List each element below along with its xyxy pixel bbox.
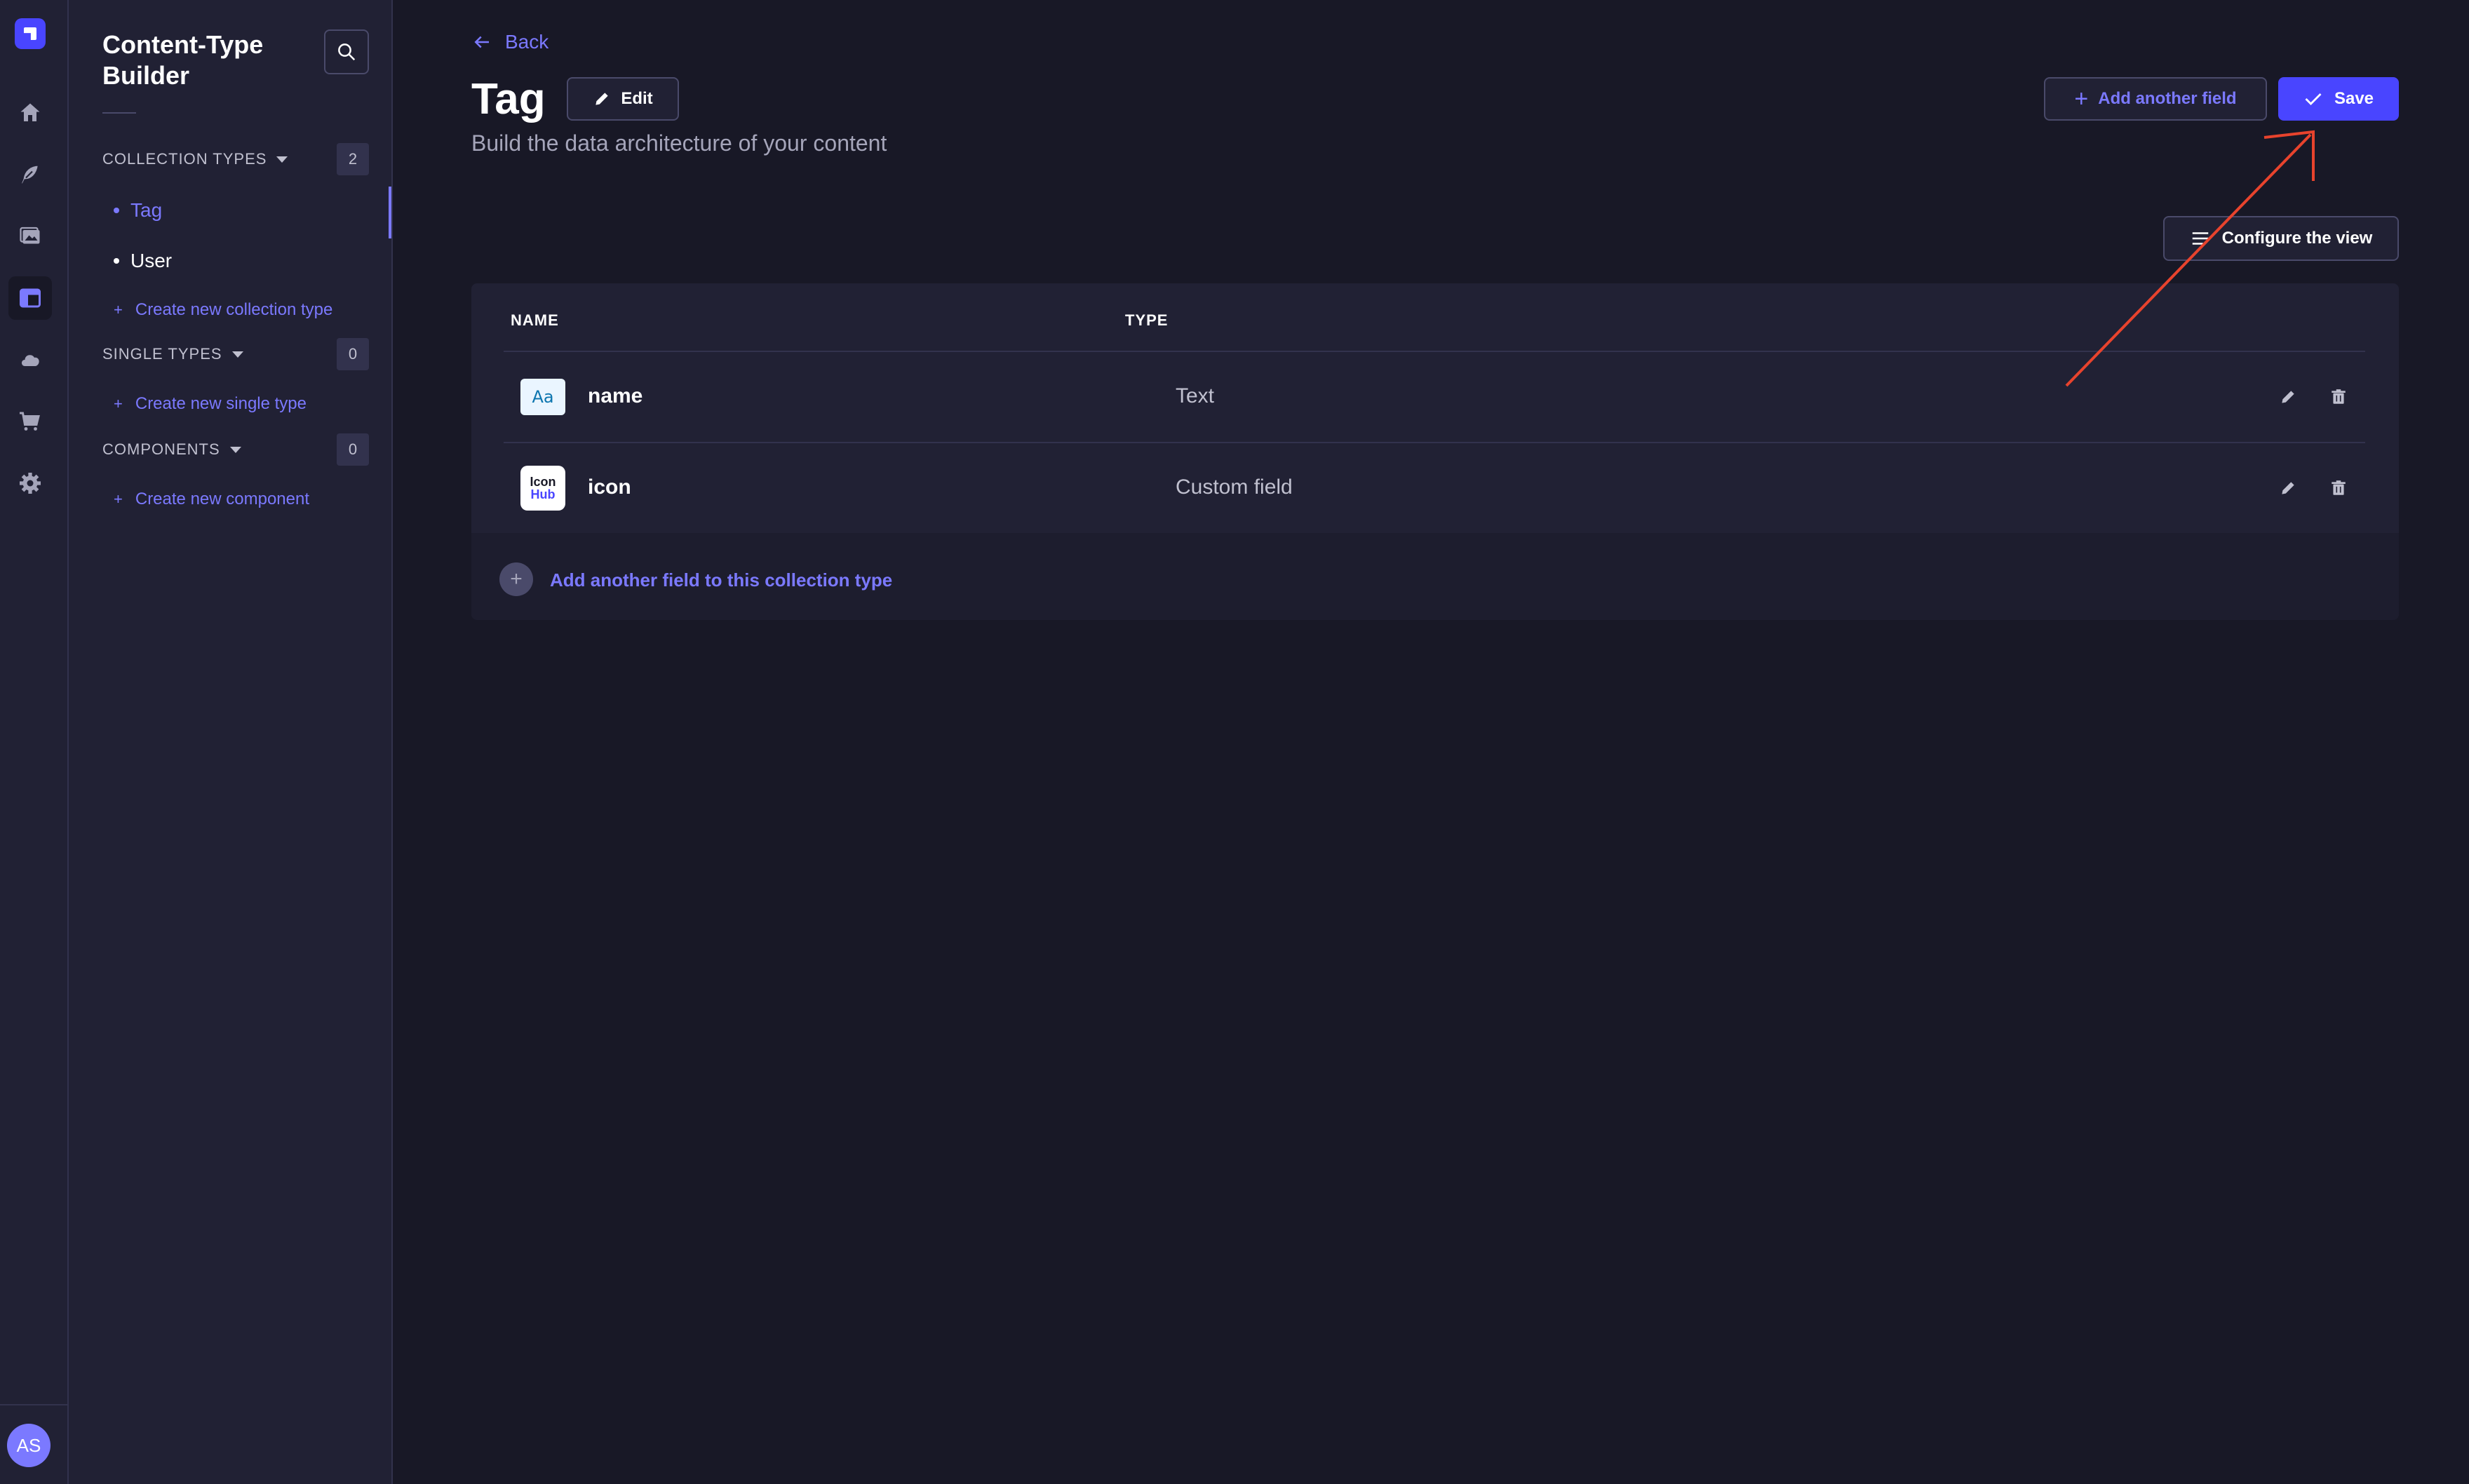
section-components[interactable]: COMPONENTS 0 <box>102 433 369 466</box>
nav-item-user[interactable]: User <box>114 250 172 272</box>
delete-field-button[interactable] <box>2325 474 2353 502</box>
feather-icon[interactable] <box>8 153 52 196</box>
caret-down-icon <box>231 351 243 358</box>
plus-circle-icon: + <box>499 562 533 596</box>
plus-icon: + <box>114 490 123 508</box>
pencil-icon <box>596 93 608 105</box>
edit-button[interactable]: Edit <box>567 77 679 121</box>
trash-icon <box>2332 389 2346 404</box>
add-field-footer[interactable]: + Add another field to this collection t… <box>471 533 2399 620</box>
sub-nav-title: Content-Type Builder <box>102 30 264 90</box>
search-button[interactable] <box>324 29 369 74</box>
edit-field-button[interactable] <box>2274 474 2302 502</box>
user-avatar[interactable]: AS <box>7 1424 51 1467</box>
cloud-icon[interactable] <box>8 338 52 382</box>
back-link[interactable]: Back <box>471 31 549 53</box>
table-row[interactable]: Icon Hub icon Custom field <box>504 443 2365 533</box>
plus-icon: + <box>114 395 123 412</box>
iconhub-field-icon: Icon Hub <box>520 466 565 511</box>
content-type-builder-icon[interactable] <box>8 276 52 320</box>
section-label: COMPONENTS <box>102 440 241 459</box>
pencil-icon <box>2282 391 2294 403</box>
column-header-name: NAME <box>511 311 559 329</box>
save-button[interactable]: Save <box>2278 77 2399 121</box>
strapi-logo-icon[interactable] <box>15 18 46 49</box>
field-type: Custom field <box>1176 475 1293 499</box>
bullet-icon <box>114 258 119 264</box>
delete-field-button[interactable] <box>2325 383 2353 411</box>
create-single-type-link[interactable]: + Create new single type <box>114 394 307 414</box>
pencil-icon <box>2282 482 2294 494</box>
home-icon[interactable] <box>8 91 52 135</box>
arrow-left-icon <box>474 36 489 48</box>
fields-table: NAME TYPE Aa name Text Icon Hub icon Cus… <box>471 283 2399 620</box>
collection-types-count: 2 <box>337 143 369 175</box>
field-name: name <box>588 384 643 407</box>
main-nav-rail: AS <box>0 0 69 1484</box>
search-icon <box>338 43 356 61</box>
edit-field-button[interactable] <box>2274 383 2302 411</box>
active-indicator <box>389 187 391 238</box>
content-type-sub-nav: Content-Type Builder COLLECTION TYPES 2 … <box>69 0 393 1484</box>
components-count: 0 <box>337 433 369 466</box>
section-single-types[interactable]: SINGLE TYPES 0 <box>102 338 369 370</box>
field-type: Text <box>1176 384 1215 407</box>
trash-icon <box>2332 480 2346 495</box>
rail-divider <box>0 1404 69 1405</box>
media-library-icon[interactable] <box>8 215 52 258</box>
column-header-type: TYPE <box>1125 311 1169 329</box>
section-label: COLLECTION TYPES <box>102 150 288 168</box>
plus-icon: + <box>114 301 123 318</box>
single-types-count: 0 <box>337 338 369 370</box>
configure-view-button[interactable]: Configure the view <box>2163 216 2399 261</box>
text-field-icon: Aa <box>520 379 565 415</box>
create-collection-type-link[interactable]: + Create new collection type <box>114 300 332 320</box>
page-title: Tag <box>471 75 546 123</box>
nav-item-tag[interactable]: Tag <box>114 199 162 222</box>
page-subtitle: Build the data architecture of your cont… <box>471 130 887 156</box>
gear-icon[interactable] <box>8 461 52 505</box>
cart-icon[interactable] <box>8 400 52 443</box>
list-icon <box>2192 232 2208 245</box>
caret-down-icon <box>276 156 288 163</box>
add-field-to-collection-link[interactable]: Add another field to this collection typ… <box>550 569 892 591</box>
sub-nav-rule <box>102 112 136 114</box>
check-icon <box>2305 93 2322 105</box>
caret-down-icon <box>229 446 241 453</box>
table-row[interactable]: Aa name Text <box>504 352 2365 442</box>
section-collection-types[interactable]: COLLECTION TYPES 2 <box>102 143 369 175</box>
add-another-field-button[interactable]: + Add another field <box>2044 77 2267 121</box>
field-name: icon <box>588 475 631 499</box>
create-component-link[interactable]: + Create new component <box>114 490 309 509</box>
bullet-icon <box>114 208 119 213</box>
plus-icon: + <box>2074 85 2089 112</box>
section-label: SINGLE TYPES <box>102 345 243 363</box>
